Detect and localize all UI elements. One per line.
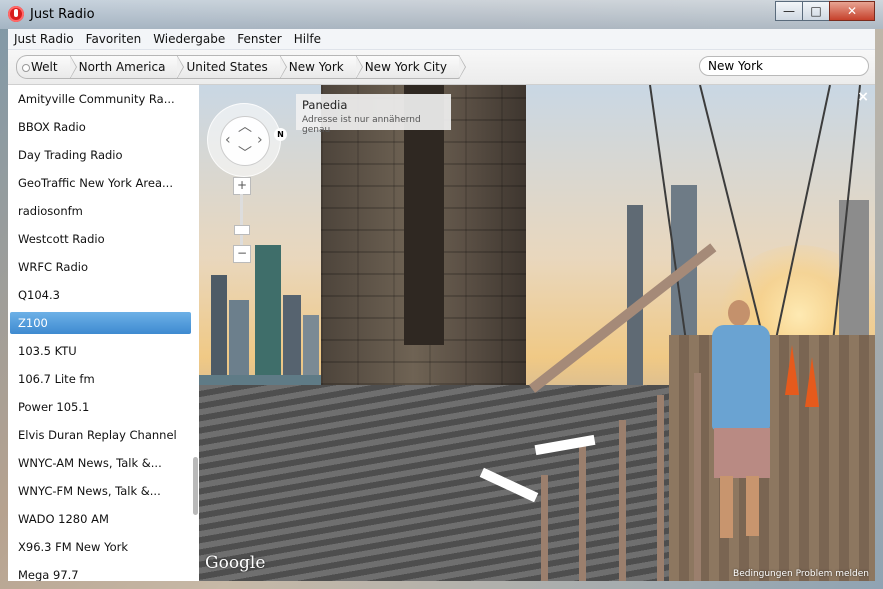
station-name: BBOX Radio <box>18 120 86 134</box>
breadcrumb-label: North America <box>78 60 166 74</box>
traffic-cone <box>785 345 799 395</box>
station-item[interactable]: WRFC Radio <box>8 253 199 281</box>
breadcrumb-united-states[interactable]: United States <box>177 55 288 79</box>
breadcrumb-label: New York <box>288 60 344 74</box>
station-name: Westcott Radio <box>18 232 105 246</box>
station-item[interactable]: Z100 <box>8 309 199 337</box>
breadcrumb-label: New York City <box>364 60 447 74</box>
station-name: GeoTraffic New York Area... <box>18 176 173 190</box>
station-item[interactable]: X96.3 FM New York <box>8 533 199 561</box>
zoom-slider-handle[interactable] <box>234 225 250 235</box>
app-window: Just Radio — □ ✕ Just Radio Favoriten Wied… <box>0 0 883 589</box>
wooden-railing <box>529 243 729 581</box>
pan-right-icon[interactable]: › <box>257 133 263 147</box>
station-name: Day Trading Radio <box>18 148 123 162</box>
menu-favoriten[interactable]: Favoriten <box>80 29 148 46</box>
menu-wiedergabe[interactable]: Wiedergabe <box>147 29 231 46</box>
station-item[interactable]: Mega 97.7 <box>8 561 199 581</box>
station-name: Z100 <box>18 316 48 330</box>
station-list: Amityville Community Ra... BBOX Radio Day … <box>8 85 200 581</box>
breadcrumb-new-york-city[interactable]: New York City <box>355 55 467 79</box>
station-item[interactable]: BBOX Radio <box>8 113 199 141</box>
search-input[interactable] <box>699 56 869 76</box>
menu-hilfe[interactable]: Hilfe <box>288 29 327 46</box>
pan-left-icon[interactable]: ‹ <box>225 133 231 147</box>
map-footer-links[interactable]: Bedingungen Problem melden <box>733 569 869 579</box>
zoom-in-button[interactable]: + <box>233 177 251 195</box>
station-name: Q104.3 <box>18 288 60 302</box>
station-name: Mega 97.7 <box>18 568 79 581</box>
breadcrumb-north-america[interactable]: North America <box>69 55 185 79</box>
google-logo: Google <box>205 553 266 573</box>
location-title: Panedia <box>302 98 348 112</box>
maximize-icon: □ <box>810 4 822 18</box>
toolbar: Welt North America United States New Yor… <box>8 50 875 85</box>
station-list-scrollbar[interactable] <box>193 85 198 581</box>
station-item[interactable]: Power 105.1 <box>8 393 199 421</box>
close-icon: ✕ <box>846 4 858 18</box>
close-button[interactable]: ✕ <box>829 1 875 21</box>
menu-bar: Just Radio Favoriten Wiedergabe Fenster Hilf… <box>8 29 875 50</box>
zoom-out-button[interactable]: − <box>233 245 251 263</box>
breadcrumb-label: Welt <box>31 60 58 74</box>
breadcrumb-welt[interactable]: Welt <box>16 55 77 79</box>
breadcrumb-label: United States <box>186 60 268 74</box>
station-name: WNYC-AM News, Talk &... <box>18 456 162 470</box>
station-name: 103.5 KTU <box>18 344 77 358</box>
maximize-button[interactable]: □ <box>802 1 830 21</box>
station-item[interactable]: Elvis Duran Replay Channel <box>8 421 199 449</box>
breadcrumb: Welt North America United States New Yor… <box>16 55 467 79</box>
station-item[interactable]: 106.7 Lite fm <box>8 365 199 393</box>
pedestrian <box>704 300 784 550</box>
station-name: WNYC-FM News, Talk &... <box>18 484 161 498</box>
station-item[interactable]: Westcott Radio <box>8 225 199 253</box>
station-name: Elvis Duran Replay Channel <box>18 428 177 442</box>
window-controls: — □ ✕ <box>775 1 875 21</box>
station-item[interactable]: radiosonfm <box>8 197 199 225</box>
station-name: WADO 1280 AM <box>18 512 109 526</box>
pan-up-icon[interactable]: ︿ <box>238 120 252 134</box>
location-info-card[interactable]: Panedia Adresse ist nur annähernd genau <box>296 94 451 135</box>
minimize-button[interactable]: — <box>775 1 803 21</box>
station-item[interactable]: WNYC-FM News, Talk &... <box>8 477 199 505</box>
pan-down-icon[interactable]: ﹀ <box>238 147 252 161</box>
panorama-close-icon[interactable]: × <box>857 89 869 105</box>
world-icon <box>22 64 30 72</box>
station-item[interactable]: WADO 1280 AM <box>8 505 199 533</box>
station-item[interactable]: GeoTraffic New York Area... <box>8 169 199 197</box>
station-name: Power 105.1 <box>18 400 90 414</box>
scrollbar-thumb[interactable] <box>193 457 198 515</box>
station-item[interactable]: Day Trading Radio <box>8 141 199 169</box>
menu-just-radio[interactable]: Just Radio <box>8 29 80 46</box>
zoom-slider-track[interactable] <box>240 194 243 246</box>
window-title: Just Radio <box>30 7 95 22</box>
app-logo-icon <box>8 6 24 22</box>
station-name: X96.3 FM New York <box>18 540 128 554</box>
location-subtitle: Adresse ist nur annähernd genau <box>302 115 421 135</box>
breadcrumb-new-york[interactable]: New York <box>279 55 363 79</box>
minimize-icon: — <box>783 4 795 18</box>
street-view-panorama[interactable]: Panedia Adresse ist nur annähernd genau … <box>199 85 875 581</box>
station-item[interactable]: WNYC-AM News, Talk &... <box>8 449 199 477</box>
station-name: WRFC Radio <box>18 260 88 274</box>
station-name: Amityville Community Ra... <box>18 92 175 106</box>
station-item[interactable]: Amityville Community Ra... <box>8 85 199 113</box>
traffic-cone <box>805 357 819 407</box>
zoom-control: + − <box>233 177 251 265</box>
title-bar[interactable]: Just Radio — □ ✕ <box>0 0 883 29</box>
station-name: radiosonfm <box>18 204 83 218</box>
station-item[interactable]: 103.5 KTU <box>8 337 199 365</box>
station-name: 106.7 Lite fm <box>18 372 95 386</box>
station-item[interactable]: Q104.3 <box>8 281 199 309</box>
pan-control-inner[interactable]: ︿ ﹀ ‹ › <box>220 116 270 166</box>
pan-control[interactable]: ︿ ﹀ ‹ › N <box>207 103 287 177</box>
menu-fenster[interactable]: Fenster <box>231 29 288 46</box>
city-skyline <box>211 205 321 395</box>
compass-north-icon: N <box>274 128 287 141</box>
